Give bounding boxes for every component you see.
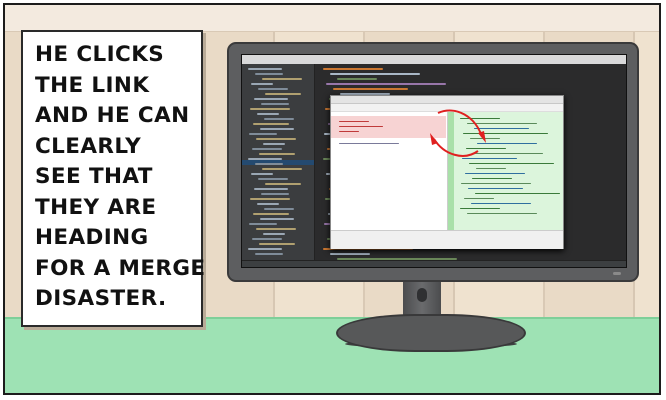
caption-line: AND HE CAN xyxy=(35,103,190,128)
arrow-right-curve xyxy=(437,109,483,138)
caption-box: HE CLICKS THE LINK AND HE CAN CLEARLY SE… xyxy=(21,30,206,327)
merge-conflict-arrows-icon xyxy=(430,109,486,157)
arrow-left-curve xyxy=(433,138,479,157)
caption-line: THE LINK xyxy=(35,72,150,98)
caption-line: SEE THAT xyxy=(35,164,153,189)
monitor-stand-base xyxy=(336,314,526,352)
caption-line: HEADING xyxy=(35,225,149,250)
arrow-left-head xyxy=(430,133,438,145)
caption-text: HE CLICKS THE LINK AND HE CAN CLEARLY SE… xyxy=(35,40,206,315)
monitor xyxy=(227,42,639,282)
caption-line: THEY ARE xyxy=(35,194,157,220)
caption-line: HE CLICKS xyxy=(35,42,165,67)
desk-surface xyxy=(5,317,659,393)
cable-hole xyxy=(417,288,427,302)
wall-trim xyxy=(5,5,659,32)
arrow-right-head xyxy=(478,131,486,143)
caption-line: FOR A MERGE xyxy=(35,255,206,281)
power-indicator xyxy=(613,272,621,275)
monitor-screen xyxy=(241,54,627,268)
caption-line: DISASTER. xyxy=(35,286,167,311)
caption-line: CLEARLY xyxy=(35,133,142,159)
